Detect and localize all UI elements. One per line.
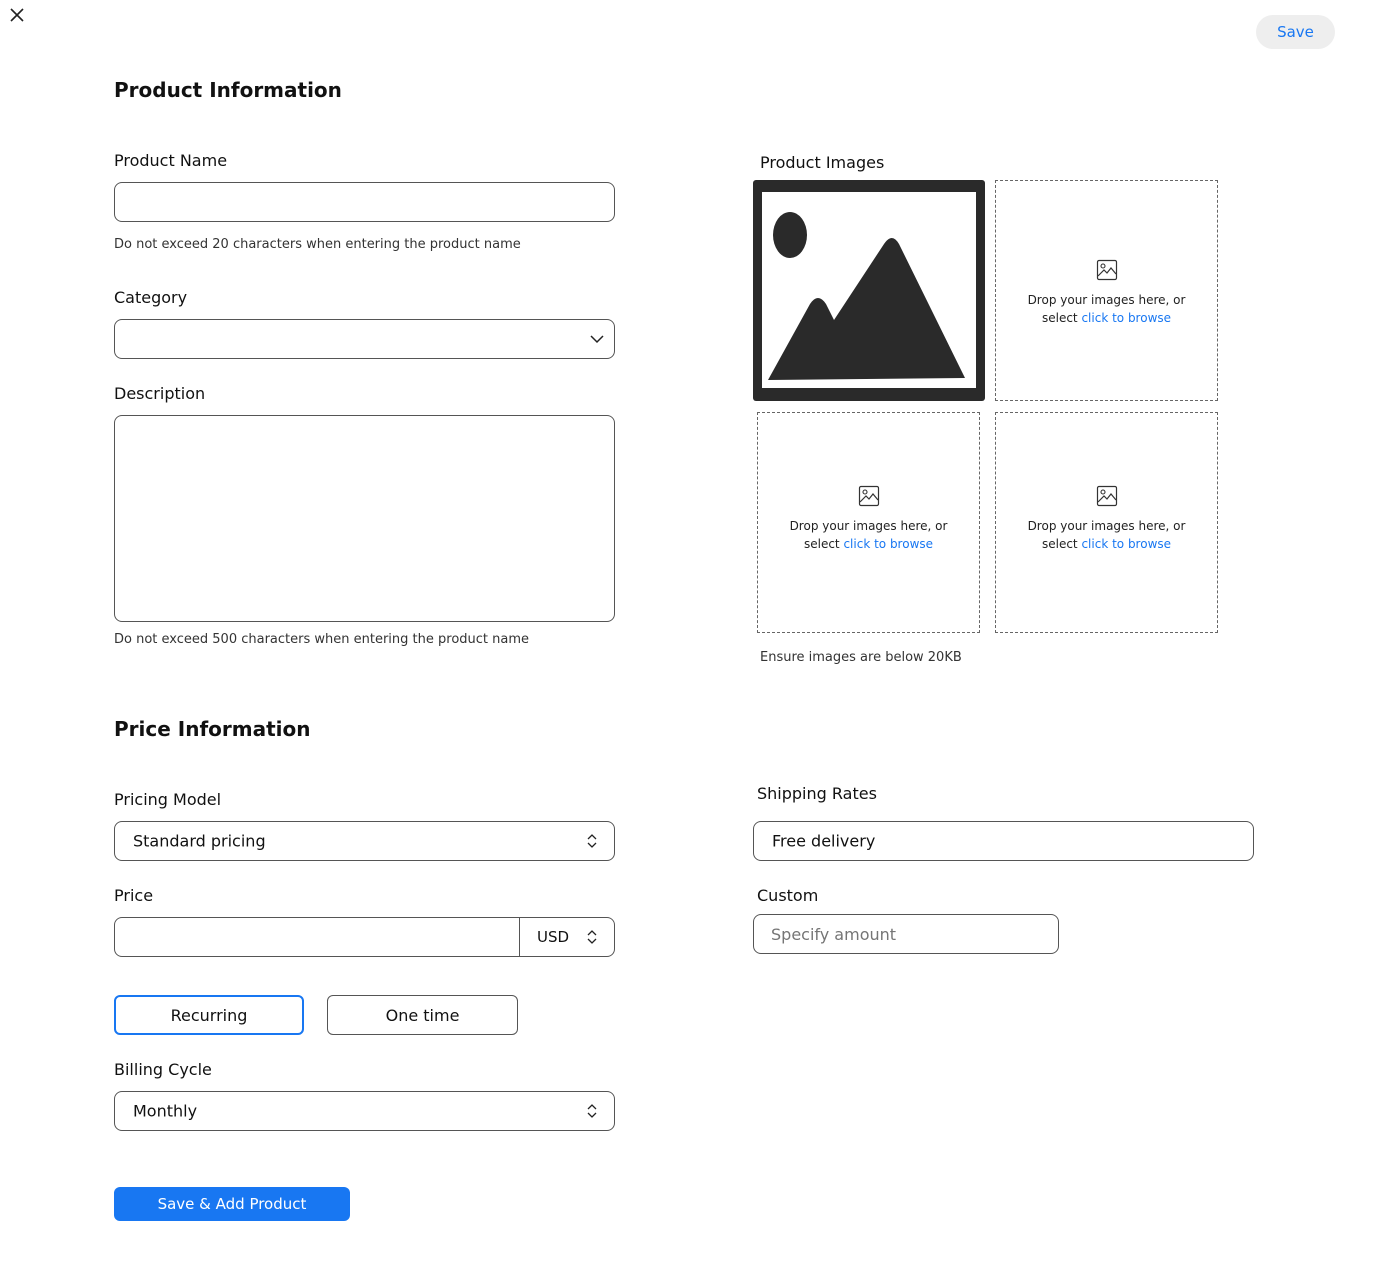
billing-cycle-value: Monthly <box>133 1101 198 1121</box>
product-images-label: Product Images <box>760 153 885 172</box>
description-hint: Do not exceed 500 characters when enteri… <box>114 632 530 647</box>
up-down-chevron-icon <box>587 1104 597 1118</box>
custom-amount-input[interactable] <box>753 914 1059 954</box>
shipping-rates-field[interactable]: Free delivery <box>753 821 1254 861</box>
image-icon <box>858 485 879 507</box>
images-hint: Ensure images are below 20KB <box>760 650 962 665</box>
up-down-chevron-icon <box>587 834 597 848</box>
save-add-product-button[interactable]: Save & Add Product <box>114 1187 350 1221</box>
pricing-model-value: Standard pricing <box>133 831 266 851</box>
billing-cycle-select[interactable]: Monthly <box>114 1091 615 1131</box>
description-textarea[interactable] <box>114 415 615 622</box>
browse-link[interactable]: click to browse <box>1081 311 1171 325</box>
one-time-toggle[interactable]: One time <box>327 995 518 1035</box>
price-field: USD <box>114 917 615 957</box>
image-dropzone[interactable]: Drop your images here, or select click t… <box>757 412 980 633</box>
product-name-hint: Do not exceed 20 characters when enterin… <box>114 237 521 252</box>
price-information-heading: Price Information <box>114 717 311 741</box>
product-name-input[interactable] <box>114 182 615 222</box>
image-dropzone[interactable]: Drop your images here, or select click t… <box>995 180 1218 401</box>
dropzone-text: Drop your images here, or <box>1027 519 1186 533</box>
description-label: Description <box>114 384 206 403</box>
browse-link[interactable]: click to browse <box>1081 537 1171 551</box>
close-icon[interactable] <box>8 6 26 24</box>
chevron-down-icon <box>590 335 604 344</box>
product-image-thumbnail[interactable] <box>753 180 985 401</box>
shipping-rates-value: Free delivery <box>772 831 876 851</box>
up-down-chevron-icon <box>587 930 597 944</box>
product-name-label: Product Name <box>114 151 228 170</box>
price-input[interactable] <box>115 918 519 956</box>
category-label: Category <box>114 288 188 307</box>
browse-link[interactable]: click to browse <box>843 537 933 551</box>
billing-cycle-label: Billing Cycle <box>114 1060 212 1079</box>
dropzone-select-text: select <box>803 537 840 551</box>
image-icon <box>1096 259 1117 281</box>
price-label: Price <box>114 886 154 905</box>
category-select[interactable] <box>114 319 615 359</box>
currency-select[interactable]: USD <box>520 918 614 956</box>
custom-label: Custom <box>757 886 819 905</box>
product-information-heading: Product Information <box>114 78 342 102</box>
dropzone-text: Drop your images here, or <box>1027 293 1186 307</box>
image-icon <box>1096 485 1117 507</box>
image-placeholder-icon <box>768 212 965 380</box>
currency-value: USD <box>537 928 570 946</box>
save-button[interactable]: Save <box>1256 15 1335 49</box>
shipping-rates-label: Shipping Rates <box>757 784 877 803</box>
recurring-toggle[interactable]: Recurring <box>114 995 304 1035</box>
dropzone-text: Drop your images here, or <box>789 519 948 533</box>
dropzone-select-text: select <box>1041 537 1078 551</box>
pricing-model-select[interactable]: Standard pricing <box>114 821 615 861</box>
pricing-model-label: Pricing Model <box>114 790 222 809</box>
dropzone-select-text: select <box>1041 311 1078 325</box>
image-dropzone[interactable]: Drop your images here, or select click t… <box>995 412 1218 633</box>
